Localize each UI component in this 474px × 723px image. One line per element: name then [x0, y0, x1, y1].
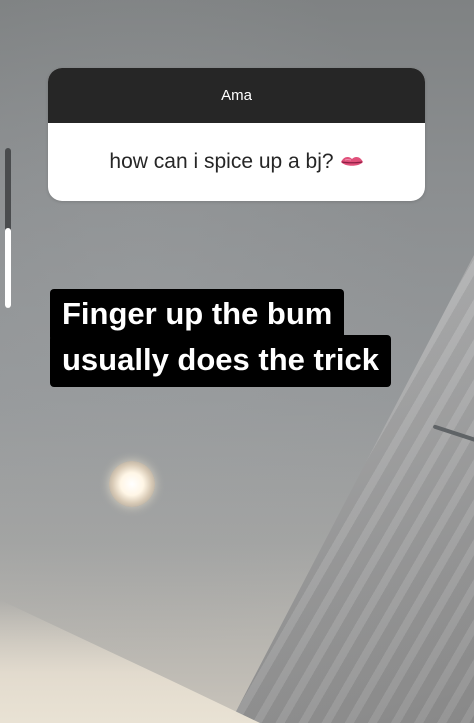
story-progress-fill: [5, 228, 11, 308]
question-text: how can i spice up a bj?: [109, 150, 334, 173]
question-sticker-body: how can i spice up a bj?: [48, 123, 425, 201]
lips-emoji-icon: [340, 157, 363, 166]
question-sticker[interactable]: Ama how can i spice up a bj?: [48, 68, 425, 201]
answer-line: Finger up the bum: [50, 289, 345, 341]
question-asker-name: Ama: [221, 87, 252, 104]
answer-line: usually does the trick: [50, 335, 391, 387]
story-progress-bar: [5, 148, 11, 308]
ceiling-light: [109, 461, 155, 507]
question-sticker-header: Ama: [48, 68, 425, 123]
